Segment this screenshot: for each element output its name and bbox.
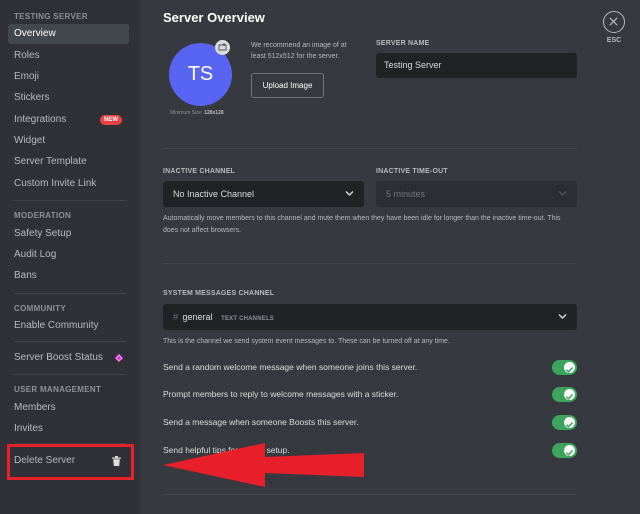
check-icon [565, 421, 574, 428]
sidebar-item-label: Server Template [14, 156, 87, 167]
inactive-help-text: Automatically move members to this chann… [163, 215, 561, 234]
section-divider [163, 263, 577, 264]
close-button[interactable] [603, 11, 625, 33]
channel-category-tag: TEXT CHANNELS [221, 316, 275, 322]
sidebar-item-label: Widget [14, 135, 46, 146]
toggle-knob [564, 445, 575, 456]
check-icon [565, 366, 574, 373]
sidebar-item-stickers[interactable]: Stickers [8, 88, 129, 108]
section-header-community: COMMUNITY [14, 304, 67, 313]
sidebar-item-members[interactable]: Members [8, 398, 129, 418]
toggle-label: Send a random welcome message when someo… [163, 362, 418, 372]
inactive-channel-select[interactable]: No Inactive Channel [163, 181, 364, 207]
sidebar-divider [14, 374, 126, 375]
select-value: No Inactive Channel [173, 189, 255, 199]
boost-message-toggle[interactable] [552, 415, 577, 430]
inactive-timeout-select: 5 minutes [376, 181, 577, 207]
annotation-highlight-box [7, 444, 134, 480]
section-header-moderation: MODERATION [14, 211, 72, 220]
esc-label: ESC [606, 37, 622, 44]
edit-icon-badge[interactable] [215, 40, 230, 55]
sidebar-item-label: Stickers [14, 92, 50, 103]
chevron-down-icon [558, 191, 567, 196]
page-title: Server Overview [163, 10, 265, 25]
add-image-icon [218, 43, 227, 51]
channel-name: general [182, 312, 213, 322]
system-channel-select[interactable]: # general TEXT CHANNELS [163, 304, 577, 330]
section-header-server: TESTING SERVER [14, 12, 88, 21]
close-settings[interactable]: ESC [603, 11, 625, 44]
close-icon [609, 17, 618, 26]
chevron-down-icon [345, 191, 354, 196]
toggle-knob [564, 417, 575, 428]
toggle-row-sticker-prompt: Prompt members to reply to welcome messa… [163, 387, 577, 403]
sidebar-item-label: Roles [14, 50, 40, 61]
minimum-size-note: Minimum Size: 128x128 [170, 110, 224, 116]
select-value: 5 minutes [386, 189, 426, 199]
sidebar-divider [14, 200, 126, 201]
chevron-down-icon [558, 314, 567, 319]
section-divider [163, 494, 577, 495]
hash-icon: # [173, 312, 179, 322]
server-name-input[interactable]: Testing Server [376, 53, 577, 78]
sidebar-item-invites[interactable]: Invites [8, 419, 129, 439]
sidebar-item-label: Overview [14, 28, 56, 39]
sidebar-item-label: Audit Log [14, 249, 57, 260]
sidebar-item-server-template[interactable]: Server Template [8, 152, 129, 172]
new-badge: NEW [100, 115, 122, 125]
sidebar-divider [14, 293, 126, 294]
sidebar-item-label: Server Boost Status [14, 352, 103, 363]
toggle-label: Prompt members to reply to welcome messa… [163, 389, 399, 399]
settings-sidebar: TESTING SERVER Overview Roles Emoji Stic… [0, 0, 140, 514]
sidebar-item-bans[interactable]: Bans [8, 266, 129, 286]
sidebar-item-overview[interactable]: Overview [8, 24, 129, 44]
check-icon [565, 393, 574, 400]
boost-gem-icon [115, 354, 123, 362]
sticker-prompt-toggle[interactable] [552, 387, 577, 402]
sidebar-item-label: Enable Community [14, 320, 99, 331]
min-size-value: 128x128 [204, 110, 224, 116]
sidebar-item-audit-log[interactable]: Audit Log [8, 245, 129, 265]
system-help-text: This is the channel we send system event… [163, 338, 450, 345]
section-divider [163, 148, 577, 149]
sidebar-item-label: Integrations [14, 114, 67, 125]
sidebar-item-label: Invites [14, 423, 43, 434]
sidebar-item-label: Custom Invite Link [14, 178, 97, 189]
sidebar-item-emoji[interactable]: Emoji [8, 67, 129, 87]
check-icon [565, 449, 574, 456]
toggle-knob [564, 362, 575, 373]
sidebar-item-label: Bans [14, 270, 37, 281]
sidebar-item-custom-invite-link[interactable]: Custom Invite Link [8, 174, 129, 194]
welcome-message-toggle[interactable] [552, 360, 577, 375]
system-channel-label: SYSTEM MESSAGES CHANNEL [163, 290, 275, 297]
sidebar-item-integrations[interactable]: Integrations NEW [8, 110, 129, 130]
toggle-row-welcome-message: Send a random welcome message when someo… [163, 360, 577, 376]
sidebar-item-enable-community[interactable]: Enable Community [8, 316, 129, 336]
toggle-row-boost-message: Send a message when someone Boosts this … [163, 415, 577, 431]
toggle-label: Send a message when someone Boosts this … [163, 417, 359, 427]
sidebar-divider [14, 341, 126, 342]
server-name-label: SERVER NAME [376, 40, 430, 47]
upload-image-button[interactable]: Upload Image [251, 73, 324, 98]
image-recommendation-text: We recommend an image of at least 512x51… [251, 42, 347, 60]
min-size-prefix: Minimum Size: [170, 110, 203, 116]
inactive-timeout-label: INACTIVE TIME-OUT [376, 168, 448, 175]
inactive-channel-label: INACTIVE CHANNEL [163, 168, 236, 175]
annotation-arrow-icon [163, 443, 364, 487]
section-header-user-management: USER MANAGEMENT [14, 385, 102, 394]
sidebar-item-safety-setup[interactable]: Safety Setup [8, 224, 129, 244]
setup-tips-toggle[interactable] [552, 443, 577, 458]
sidebar-item-label: Safety Setup [14, 228, 72, 239]
sidebar-item-label: Members [14, 402, 56, 413]
sidebar-item-label: Emoji [14, 71, 40, 82]
sidebar-item-server-boost-status[interactable]: Server Boost Status [8, 348, 129, 368]
sidebar-item-roles[interactable]: Roles [8, 46, 129, 66]
toggle-knob [564, 389, 575, 400]
sidebar-item-widget[interactable]: Widget [8, 131, 129, 151]
